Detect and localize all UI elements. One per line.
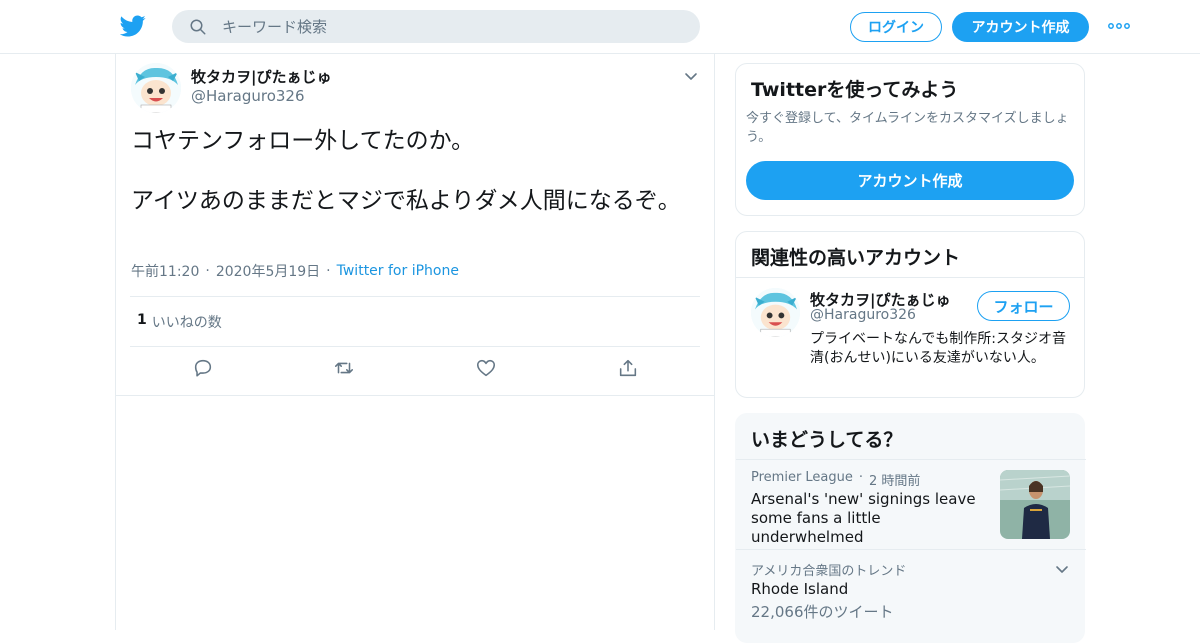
retweet-icon[interactable]: [333, 357, 355, 379]
avatar-illustration-icon: [131, 63, 181, 113]
dots-icon: [1108, 23, 1130, 29]
trend-context: Premier League · 2 時間前: [751, 470, 920, 489]
tweet-text: コヤテンフォロー外してたのか。 アイツあのままだとマジで私よりダメ人間になるぞ。: [131, 128, 681, 214]
divider: [736, 459, 1086, 460]
separator-dot: ·: [326, 263, 331, 279]
follow-button[interactable]: フォロー: [977, 291, 1070, 321]
like-count-stat[interactable]: 1 いいねの数: [137, 312, 222, 332]
create-account-button[interactable]: アカウント作成: [746, 161, 1074, 200]
chevron-down-icon[interactable]: [683, 68, 699, 84]
related-accounts-title: 関連性の高いアカウント: [751, 247, 961, 269]
tweet-author-handle[interactable]: @Haraguro326: [191, 87, 305, 105]
footballer-photo-icon: [1000, 470, 1070, 539]
tweet-actions: [116, 357, 716, 385]
related-accounts-card: 関連性の高いアカウント 牧タカヲ|ぴたぁじゅ @Haraguro326 フォロー…: [735, 231, 1085, 398]
trend-time: 2 時間前: [869, 474, 921, 489]
tweet-source-link[interactable]: Twitter for iPhone: [337, 263, 459, 279]
search-box[interactable]: [172, 10, 700, 43]
signup-button[interactable]: アカウント作成: [952, 12, 1089, 42]
signup-card: Twitterを使ってみよう 今すぐ登録して、タイムラインをカスタマイズしましょ…: [735, 63, 1085, 216]
divider: [736, 549, 1086, 550]
divider: [736, 277, 1084, 278]
trends-title: いまどうしてる？: [751, 429, 903, 451]
more-options-icon[interactable]: [1106, 18, 1132, 34]
divider: [130, 346, 700, 347]
tweet-time[interactable]: 午前11:20: [131, 261, 199, 281]
trend-tweet-count: 22,066件のツイート: [751, 603, 894, 621]
tweet-author-name[interactable]: 牧タカヲ|ぴたぁじゅ: [191, 66, 331, 87]
related-account-bio: プライベートなんでも制作所:スタジオ音清(おんせい)にいる友達がいない人。: [810, 331, 1067, 366]
reply-icon[interactable]: [192, 357, 214, 379]
tweet-column: 牧タカヲ|ぴたぁじゅ @Haraguro326 コヤテンフォロー外してたのか。 …: [115, 54, 715, 630]
tweet-metadata: 午前11:20 · 2020年5月19日 · Twitter for iPhon…: [131, 261, 459, 281]
avatar-illustration-icon: [751, 288, 800, 337]
divider: [130, 296, 700, 297]
search-input[interactable]: [222, 17, 662, 36]
trend-context: アメリカ合衆国のトレンド: [751, 564, 907, 579]
avatar[interactable]: [751, 288, 800, 337]
related-account-handle[interactable]: @Haraguro326: [810, 307, 916, 323]
trend-thumbnail-image[interactable]: [1000, 470, 1070, 539]
trends-card: いまどうしてる？ Premier League · 2 時間前 Arsenal'…: [735, 413, 1086, 643]
avatar[interactable]: [131, 63, 181, 113]
signup-card-description: 今すぐ登録して、タイムラインをカスタマイズしましょう。: [746, 111, 1069, 145]
tweet-card: 牧タカヲ|ぴたぁじゅ @Haraguro326 コヤテンフォロー外してたのか。 …: [116, 54, 714, 396]
like-heart-icon[interactable]: [475, 357, 497, 379]
separator-dot: ·: [205, 263, 210, 279]
share-icon[interactable]: [617, 357, 639, 379]
signup-card-title: Twitterを使ってみよう: [751, 79, 959, 101]
trend-source: Premier League: [751, 470, 853, 485]
tweet-date[interactable]: 2020年5月19日: [216, 261, 320, 281]
top-navigation-bar: ログイン アカウント作成: [0, 0, 1200, 54]
like-count-label: いいねの数: [151, 315, 222, 331]
like-count: 1: [137, 312, 147, 328]
search-icon: [190, 19, 206, 34]
chevron-down-icon[interactable]: [1054, 561, 1070, 577]
separator-dot: ·: [858, 470, 864, 485]
login-button[interactable]: ログイン: [850, 12, 942, 42]
twitter-bird-logo-icon[interactable]: [120, 13, 146, 39]
trend-headline-link[interactable]: Arsenal's 'new' signings leave some fans…: [751, 490, 991, 547]
trend-title-link[interactable]: Rhode Island: [751, 580, 848, 598]
